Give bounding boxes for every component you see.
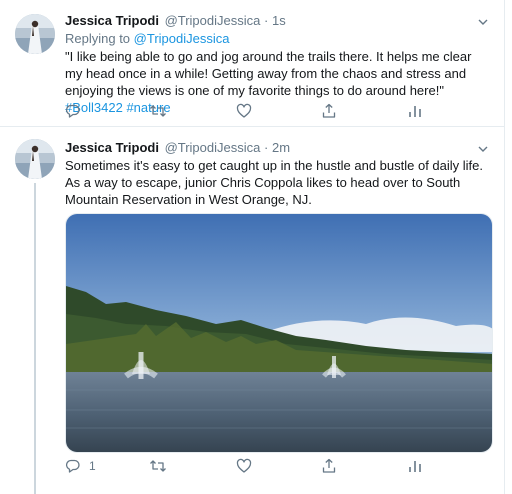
replying-to-link[interactable]: @TripodiJessica	[134, 31, 230, 46]
tweet-actions: 1	[65, 457, 491, 477]
reply-icon	[65, 103, 81, 119]
separator-dot: ·	[264, 140, 269, 155]
author-name[interactable]: Jessica Tripodi	[65, 13, 159, 28]
analytics-icon	[407, 458, 423, 474]
like-icon	[236, 458, 252, 474]
separator-dot: ·	[264, 13, 269, 28]
author-handle[interactable]: @TripodiJessica	[165, 13, 261, 28]
tweet-reply[interactable]: Jessica Tripodi @TripodiJessica · 1s Rep…	[0, 0, 505, 127]
author-name[interactable]: Jessica Tripodi	[65, 140, 159, 155]
tweet-header: Jessica Tripodi @TripodiJessica · 2m	[65, 139, 491, 156]
tweet-body: Jessica Tripodi @TripodiJessica · 2m Som…	[65, 139, 491, 208]
tweet-text-content: "I like being able to go and jog around …	[65, 49, 472, 98]
timeline: Jessica Tripodi @TripodiJessica · 1s Rep…	[0, 0, 505, 494]
reply-icon	[65, 458, 81, 474]
avatar[interactable]	[15, 139, 55, 179]
retweet-icon	[149, 458, 167, 474]
analytics-button[interactable]	[407, 457, 423, 475]
like-button[interactable]	[236, 102, 252, 120]
retweet-button[interactable]	[149, 457, 167, 475]
tweet-actions	[65, 102, 491, 122]
like-button[interactable]	[236, 457, 252, 475]
retweet-button[interactable]	[149, 102, 167, 120]
tweet-text: Sometimes it's easy to get caught up in …	[65, 158, 483, 207]
avatar[interactable]	[15, 14, 55, 54]
replying-to: Replying to @TripodiJessica	[65, 30, 491, 47]
thread-line	[34, 183, 36, 494]
share-icon	[321, 458, 337, 474]
share-button[interactable]	[321, 457, 337, 475]
tweet-photo[interactable]	[65, 213, 493, 453]
analytics-button[interactable]	[407, 102, 423, 120]
share-button[interactable]	[321, 102, 337, 120]
tweet-time[interactable]: 1s	[272, 13, 286, 28]
tweet[interactable]: Jessica Tripodi @TripodiJessica · 2m Som…	[0, 127, 505, 494]
analytics-icon	[407, 103, 423, 119]
reply-count: 1	[89, 459, 96, 473]
author-handle[interactable]: @TripodiJessica	[165, 140, 261, 155]
tweet-body: Jessica Tripodi @TripodiJessica · 1s Rep…	[65, 12, 491, 116]
tweet-time[interactable]: 2m	[272, 140, 290, 155]
chevron-down-icon[interactable]	[477, 142, 489, 154]
replying-label: Replying to	[65, 31, 131, 46]
share-icon	[321, 103, 337, 119]
reply-button[interactable]: 1	[65, 457, 96, 475]
retweet-icon	[149, 103, 167, 119]
chevron-down-icon[interactable]	[477, 15, 489, 27]
like-icon	[236, 103, 252, 119]
tweet-header: Jessica Tripodi @TripodiJessica · 1s	[65, 12, 491, 29]
reply-button[interactable]	[65, 102, 81, 120]
